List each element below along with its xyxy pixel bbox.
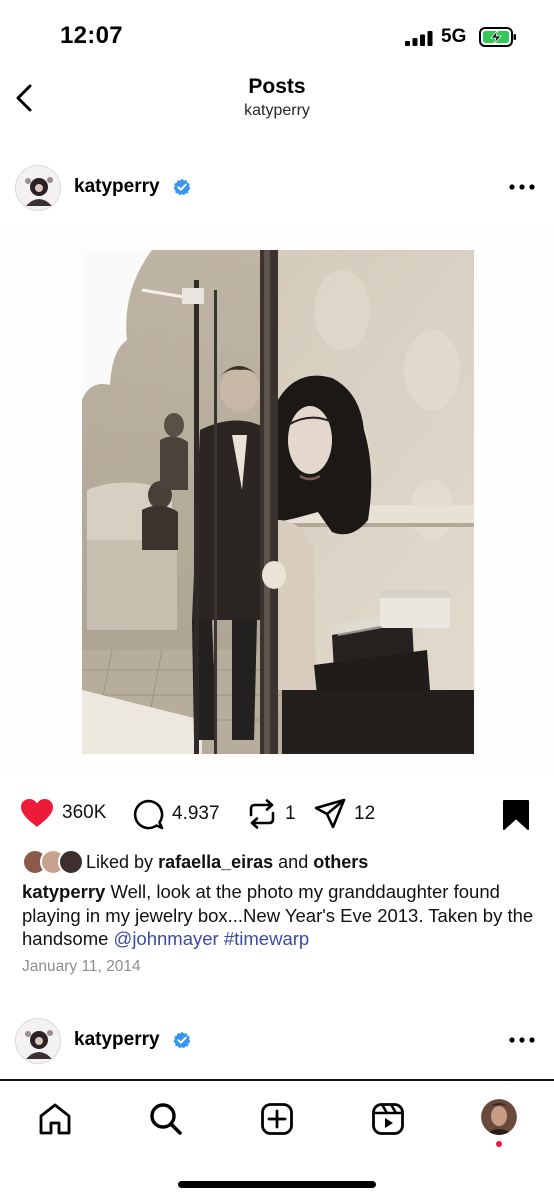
page-title: Posts (248, 75, 306, 98)
bookmark-filled-icon[interactable] (502, 799, 530, 831)
status-time: 12:07 (60, 22, 123, 49)
tab-search[interactable] (146, 1099, 186, 1139)
post-date: January 11, 2014 (22, 958, 141, 975)
post-username[interactable]: katyperry (74, 176, 160, 198)
like-button[interactable]: 360K (20, 798, 106, 828)
repost-button[interactable]: 1 (247, 798, 296, 830)
avatar-image (16, 166, 60, 210)
liked-by-row[interactable]: Liked by rafaella_eiras and others (22, 848, 368, 876)
plus-square-icon (261, 1103, 293, 1135)
reposts-count[interactable]: 1 (285, 803, 296, 825)
home-icon (39, 1103, 71, 1135)
caption-mention[interactable]: @johnmayer (114, 928, 219, 949)
user-avatar[interactable] (15, 1018, 61, 1064)
liked-by-avatars (22, 849, 86, 875)
tab-home[interactable] (35, 1099, 75, 1139)
liked-by-text: Liked by rafaella_eiras and others (86, 851, 369, 872)
post-photo (82, 250, 474, 754)
network-label: 5G (441, 26, 467, 47)
post-header: katyperry (0, 163, 554, 213)
user-avatar[interactable] (15, 165, 61, 211)
share-button[interactable]: 12 (314, 798, 375, 830)
notification-dot (496, 1141, 502, 1147)
search-icon (150, 1103, 182, 1135)
caption-hashtag[interactable]: #timewarp (224, 928, 309, 949)
repost-icon (249, 799, 275, 829)
post-caption: katyperry Well, look at the photo my gra… (22, 880, 537, 951)
liked-by-others[interactable]: others (313, 852, 368, 872)
more-horizontal-icon (509, 1037, 535, 1043)
post-media-container[interactable] (0, 230, 554, 770)
next-post-header: katyperry (0, 1016, 554, 1066)
more-options-button[interactable] (508, 1028, 536, 1052)
home-indicator (178, 1181, 376, 1188)
more-horizontal-icon (509, 184, 535, 190)
comment-button[interactable]: 4.937 (132, 798, 220, 830)
heart-filled-icon (21, 799, 53, 827)
caption-username[interactable]: katyperry (22, 881, 105, 902)
battery-charging-icon (479, 27, 516, 47)
paper-plane-icon (314, 798, 346, 829)
profile-avatar (481, 1099, 517, 1135)
verified-badge-icon (173, 1031, 191, 1049)
top-header: Posts katyperry (0, 70, 554, 130)
reels-icon (372, 1103, 404, 1135)
liked-by-user[interactable]: rafaella_eiras (158, 852, 273, 872)
post-actions-bar: 360K 4.937 1 12 (0, 795, 554, 835)
post-username[interactable]: katyperry (74, 1029, 160, 1051)
avatar-image (16, 1019, 60, 1063)
tab-profile[interactable] (481, 1099, 517, 1135)
tab-reels[interactable] (368, 1099, 408, 1139)
status-bar: 12:07 5G (0, 0, 554, 70)
liker-avatar (58, 849, 84, 875)
shares-count[interactable]: 12 (354, 803, 375, 825)
more-options-button[interactable] (508, 175, 536, 199)
comment-icon (133, 799, 164, 830)
tab-create[interactable] (257, 1099, 297, 1139)
verified-badge-icon (173, 178, 191, 196)
likes-count[interactable]: 360K (62, 802, 106, 824)
comments-count[interactable]: 4.937 (172, 803, 220, 825)
signal-icon (405, 31, 433, 46)
page-subtitle: katyperry (244, 102, 310, 119)
